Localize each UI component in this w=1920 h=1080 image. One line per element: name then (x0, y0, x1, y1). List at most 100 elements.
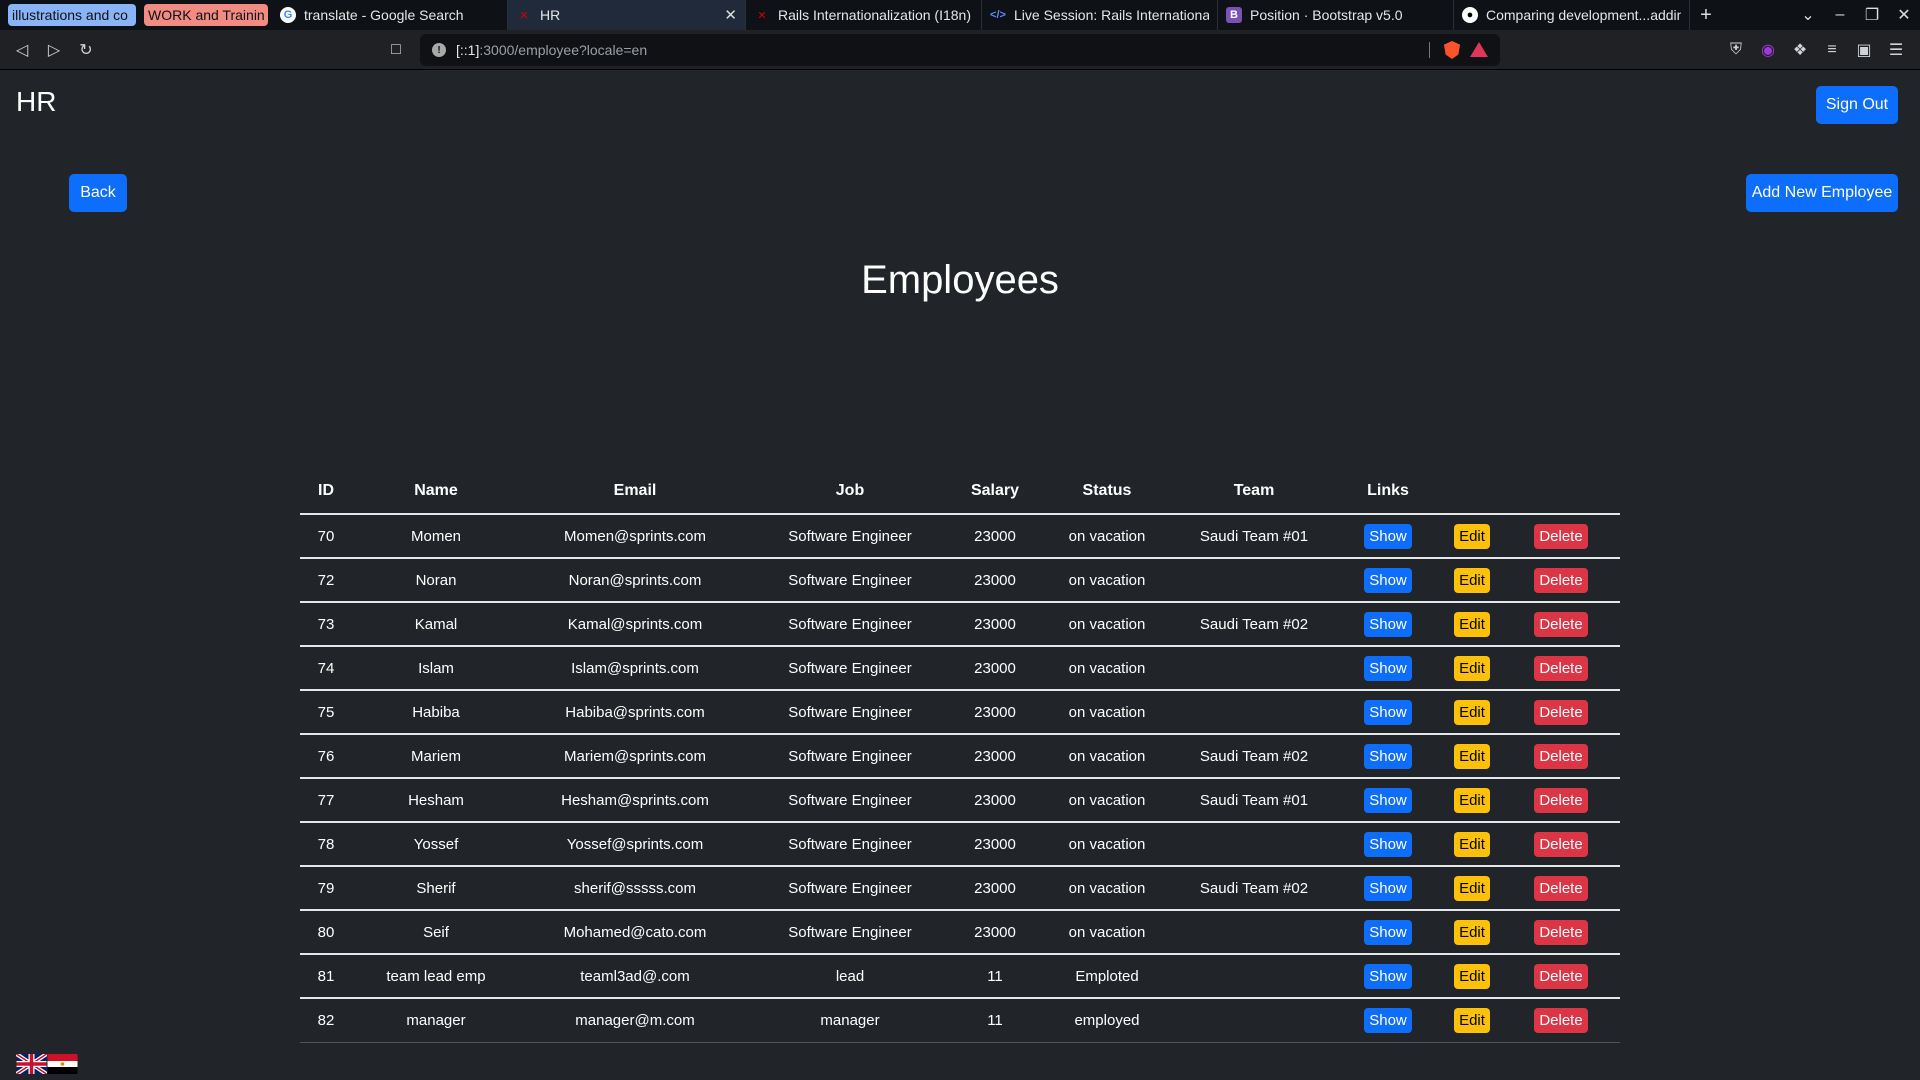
brave-rewards-icon[interactable] (1470, 42, 1488, 57)
vpn-shield-icon[interactable]: ⛨ (1720, 34, 1752, 66)
delete-button[interactable]: Delete (1534, 523, 1588, 549)
tab-group-illustrations[interactable]: illustrations and co (8, 4, 136, 26)
site-info-icon[interactable]: ! (432, 43, 446, 57)
edit-button[interactable]: Edit (1454, 611, 1490, 637)
new-tab-icon[interactable]: + (1690, 0, 1722, 30)
cell-email: Kamal@sprints.com (520, 602, 750, 647)
show-button[interactable]: Show (1364, 1007, 1412, 1033)
cell-job: Software Engineer (750, 822, 950, 867)
tab-bootstrap[interactable]: B Position · Bootstrap v5.0 (1218, 0, 1454, 30)
window-close-icon[interactable]: ✕ (1888, 0, 1920, 30)
show-button[interactable]: Show (1364, 831, 1412, 857)
playlist-icon[interactable]: ≡ (1816, 34, 1848, 66)
bookmark-icon[interactable]: □ (380, 34, 412, 66)
edit-button[interactable]: Edit (1454, 655, 1490, 681)
tab-title: WORK and Training (148, 7, 264, 23)
cell-job: Software Engineer (750, 646, 950, 691)
browser-toolbar: ◁ ▷ ↻ □ ! [::1]:3000/employee?locale=en … (0, 30, 1920, 70)
show-button[interactable]: Show (1364, 875, 1412, 901)
cell-id: 74 (300, 646, 352, 691)
tab-github[interactable]: ● Comparing development...adding (1454, 0, 1690, 30)
code-icon: </> (990, 9, 1006, 21)
edit-button[interactable]: Edit (1454, 963, 1490, 989)
show-button[interactable]: Show (1364, 699, 1412, 725)
delete-button[interactable]: Delete (1534, 655, 1588, 681)
delete-button[interactable]: Delete (1534, 919, 1588, 945)
edit-button[interactable]: Edit (1454, 523, 1490, 549)
tab-search-icon[interactable]: ⌄ (1792, 0, 1824, 30)
page-title: Employees (861, 258, 1059, 302)
cell-email: Habiba@sprints.com (520, 690, 750, 735)
edit-button[interactable]: Edit (1454, 567, 1490, 593)
edit-button[interactable]: Edit (1454, 787, 1490, 813)
close-icon[interactable]: ✕ (724, 6, 737, 24)
cell-salary: 23000 (950, 910, 1040, 955)
tab-google-search[interactable]: G translate - Google Search (272, 0, 508, 30)
cell-team: Saudi Team #02 (1174, 602, 1334, 647)
delete-button[interactable]: Delete (1534, 875, 1588, 901)
address-bar[interactable]: ! [::1]:3000/employee?locale=en (420, 34, 1500, 66)
delete-button[interactable]: Delete (1534, 1007, 1588, 1033)
wallet-icon[interactable]: ▣ (1848, 34, 1880, 66)
show-button[interactable]: Show (1364, 787, 1412, 813)
sign-out-button[interactable]: Sign Out (1816, 86, 1898, 124)
reload-icon[interactable]: ↻ (70, 34, 102, 66)
cell-show-link: Show (1334, 866, 1442, 911)
back-nav-icon[interactable]: ◁ (6, 34, 38, 66)
col-links: Links (1334, 468, 1442, 515)
show-button[interactable]: Show (1364, 655, 1412, 681)
extension-icon[interactable]: ◉ (1752, 34, 1784, 66)
cell-id: 82 (300, 998, 352, 1043)
col-delete (1502, 468, 1620, 515)
edit-button[interactable]: Edit (1454, 743, 1490, 769)
edit-button[interactable]: Edit (1454, 699, 1490, 725)
show-button[interactable]: Show (1364, 919, 1412, 945)
cell-edit-link: Edit (1442, 514, 1502, 559)
delete-button[interactable]: Delete (1534, 567, 1588, 593)
show-button[interactable]: Show (1364, 567, 1412, 593)
cell-team: Saudi Team #02 (1174, 866, 1334, 911)
tab-title: Position · Bootstrap v5.0 (1250, 7, 1403, 23)
delete-button[interactable]: Delete (1534, 699, 1588, 725)
delete-button[interactable]: Delete (1534, 743, 1588, 769)
egypt-flag-icon[interactable] (47, 1054, 78, 1074)
cell-delete-link: Delete (1502, 866, 1620, 911)
tab-hr[interactable]: ✕ HR ✕ (508, 0, 746, 30)
puzzle-icon[interactable]: ❖ (1784, 34, 1816, 66)
cell-team: Saudi Team #02 (1174, 734, 1334, 779)
forward-nav-icon[interactable]: ▷ (38, 34, 70, 66)
show-button[interactable]: Show (1364, 611, 1412, 637)
edit-button[interactable]: Edit (1454, 919, 1490, 945)
cell-team: Saudi Team #01 (1174, 514, 1334, 559)
tab-live-session[interactable]: </> Live Session: Rails Internationaliza… (982, 0, 1218, 30)
tab-title: illustrations and co (12, 7, 128, 23)
add-new-employee-button[interactable]: Add New Employee (1746, 174, 1898, 212)
edit-button[interactable]: Edit (1454, 831, 1490, 857)
cell-edit-link: Edit (1442, 778, 1502, 823)
show-button[interactable]: Show (1364, 523, 1412, 549)
show-button[interactable]: Show (1364, 743, 1412, 769)
uk-flag-icon[interactable] (16, 1054, 47, 1074)
table-row: 79 Sherif sherif@sssss.com Software Enginee… (300, 866, 1620, 911)
delete-button[interactable]: Delete (1534, 787, 1588, 813)
tab-rails-i18n[interactable]: ✕ Rails Internationalization (I18n) (746, 0, 982, 30)
brave-shields-icon[interactable] (1444, 41, 1460, 59)
cell-email: Mariem@sprints.com (520, 734, 750, 779)
show-button[interactable]: Show (1364, 963, 1412, 989)
menu-icon[interactable]: ☰ (1880, 34, 1912, 66)
cell-edit-link: Edit (1442, 734, 1502, 779)
restore-icon[interactable]: ❐ (1856, 0, 1888, 30)
cell-status: on vacation (1040, 734, 1174, 779)
tab-group-work[interactable]: WORK and Training (144, 4, 268, 26)
navbar-brand[interactable]: HR (16, 86, 56, 118)
delete-button[interactable]: Delete (1534, 831, 1588, 857)
edit-button[interactable]: Edit (1454, 1007, 1490, 1033)
back-button[interactable]: Back (69, 174, 127, 212)
minimize-icon[interactable]: – (1824, 0, 1856, 30)
edit-button[interactable]: Edit (1454, 875, 1490, 901)
delete-button[interactable]: Delete (1534, 611, 1588, 637)
cell-show-link: Show (1334, 734, 1442, 779)
delete-button[interactable]: Delete (1534, 963, 1588, 989)
col-status: Status (1040, 468, 1174, 515)
cell-delete-link: Delete (1502, 690, 1620, 735)
